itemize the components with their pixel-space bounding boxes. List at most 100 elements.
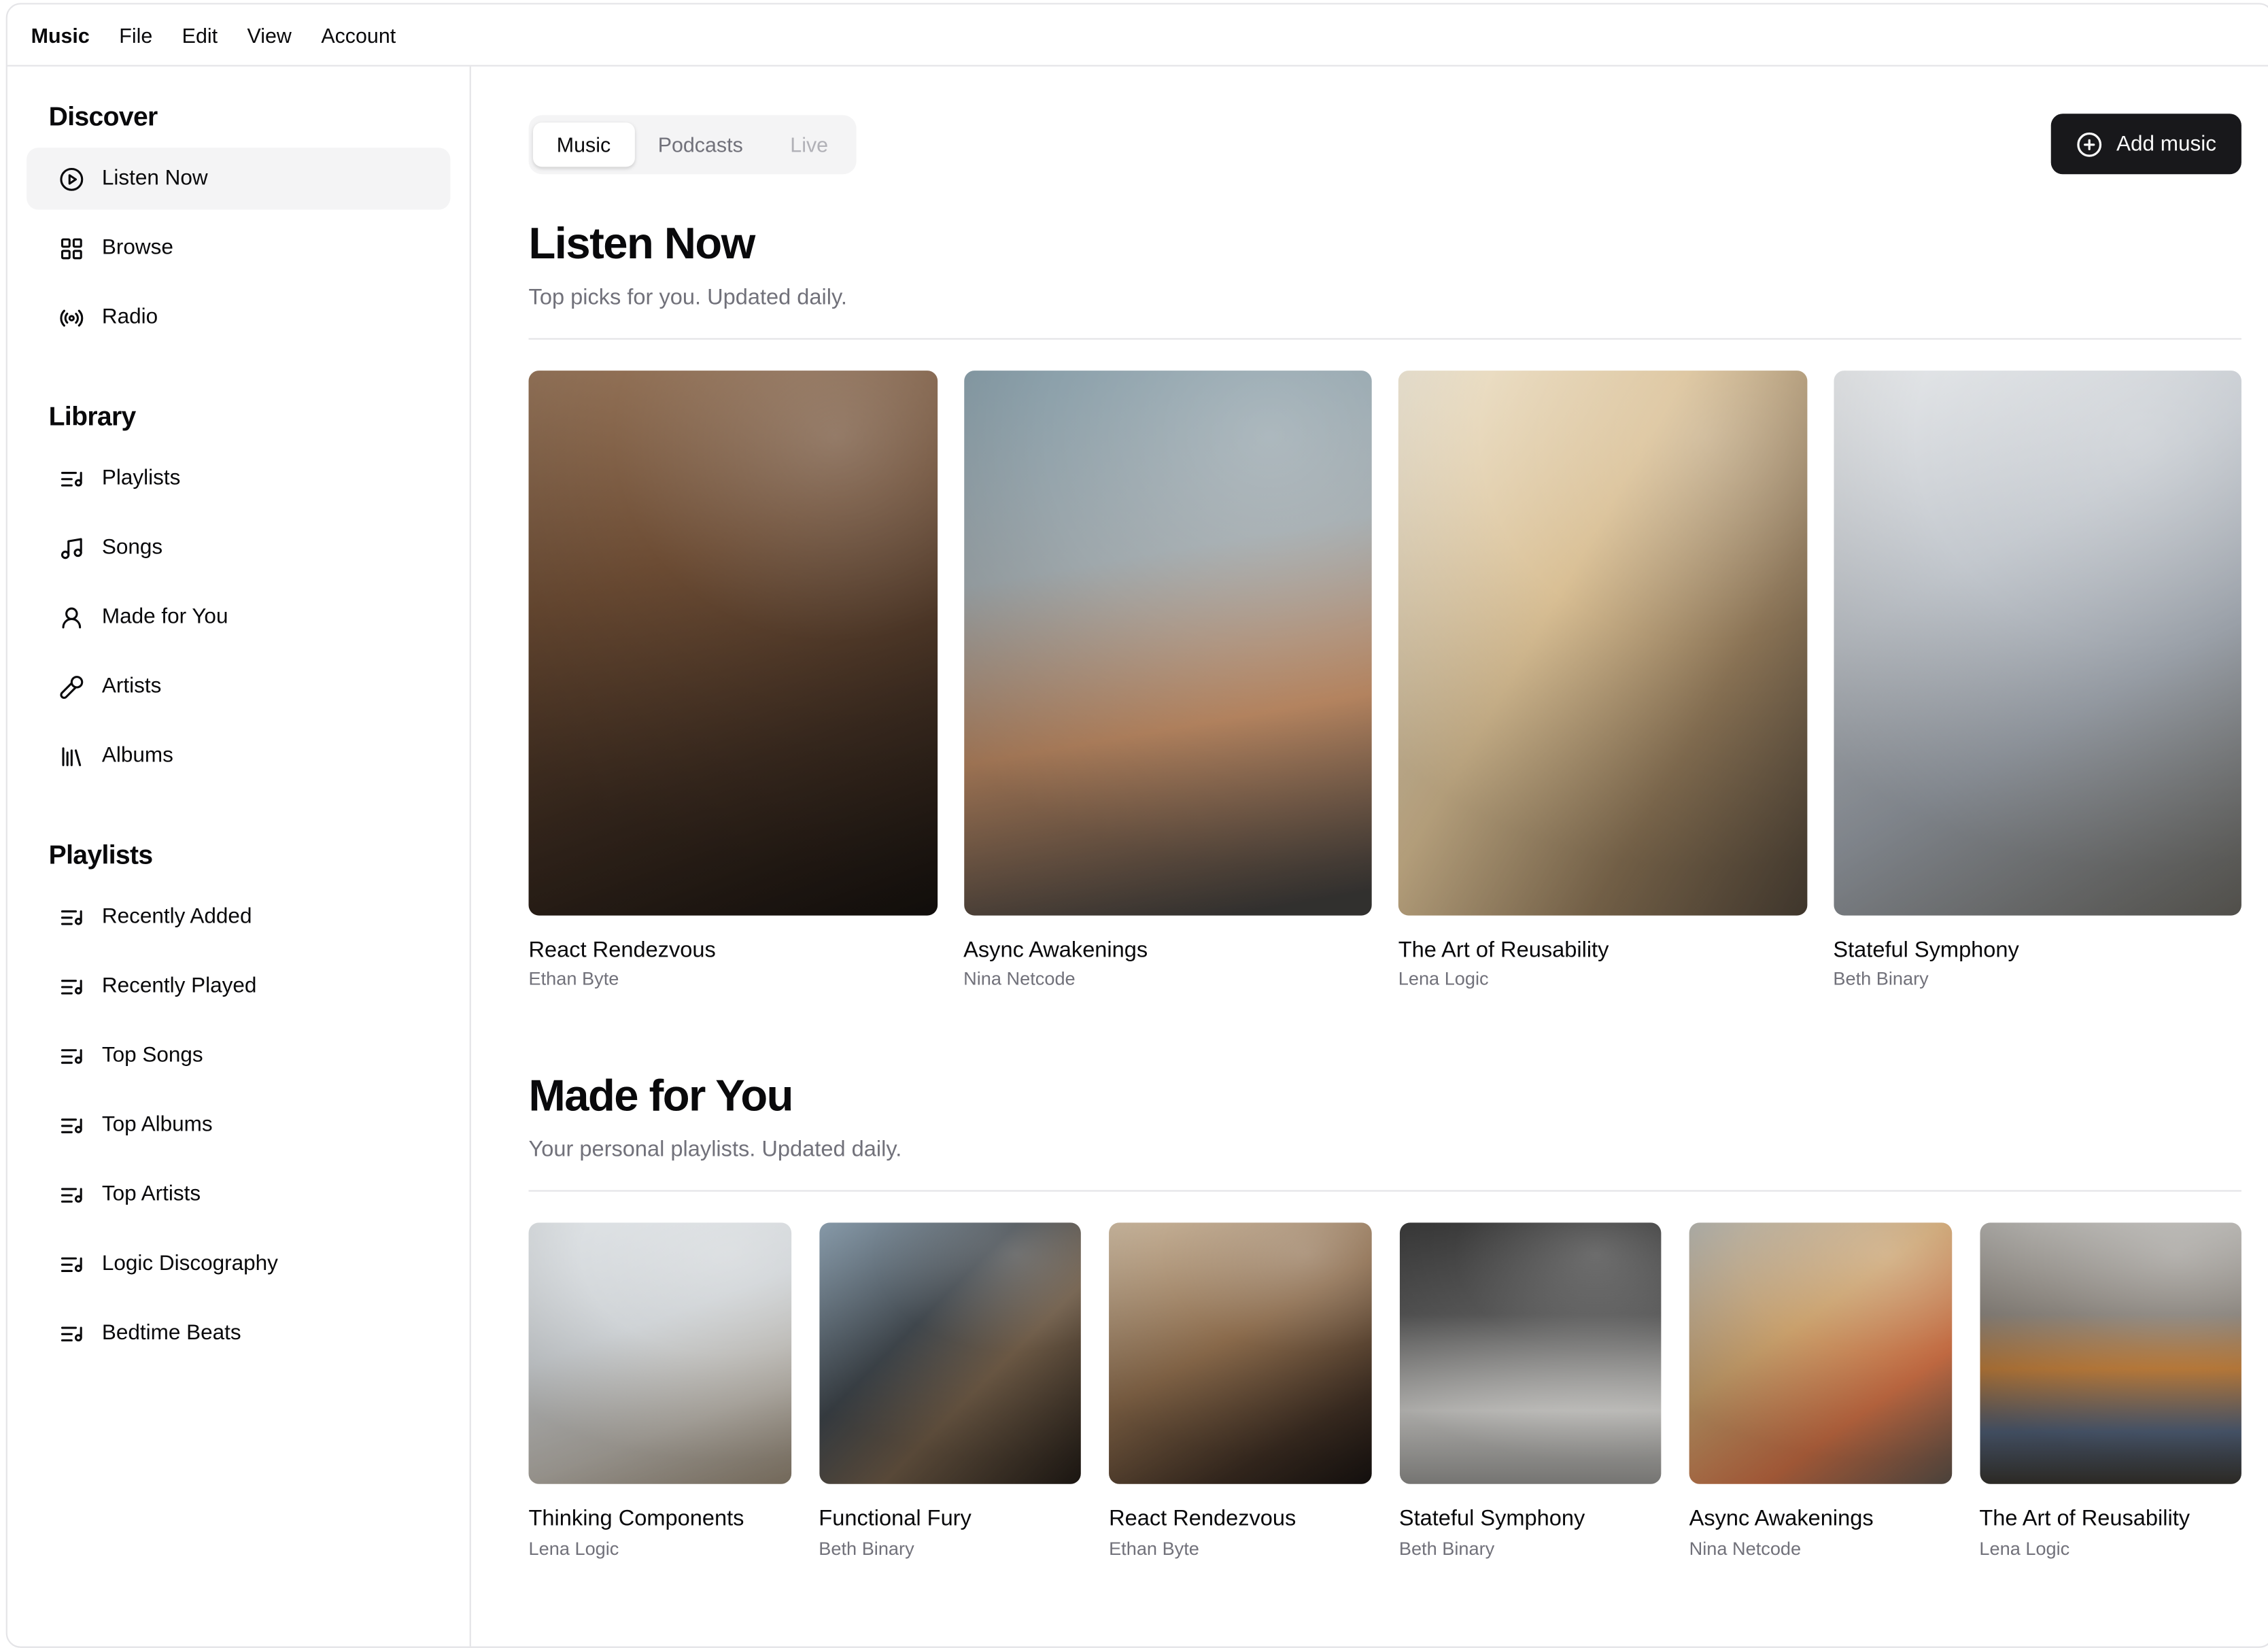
- section-subtitle: Your personal playlists. Updated daily.: [528, 1137, 902, 1163]
- sidebar-item-artists[interactable]: Artists: [27, 655, 450, 717]
- list-music-icon: [59, 1321, 84, 1346]
- album-artist: Lena Logic: [528, 1538, 619, 1560]
- album-cover[interactable]: [1109, 1222, 1371, 1485]
- sidebar-section-playlists: Playlists Recently Added Recently Played: [27, 840, 450, 1364]
- add-music-button[interactable]: Add music: [2051, 114, 2241, 175]
- separator: [528, 338, 2241, 340]
- app-body: Discover Listen Now Browse Radio Library…: [7, 66, 2268, 1647]
- sidebar-item-albums[interactable]: Albums: [27, 725, 450, 787]
- sidebar-item-label: Recently Played: [101, 974, 257, 999]
- sidebar-heading-playlists: Playlists: [48, 840, 153, 870]
- separator: [528, 1190, 2241, 1192]
- album-cover[interactable]: [1833, 371, 2241, 915]
- album-card: Async Awakenings Nina Netcode: [963, 371, 1372, 991]
- album-title: Async Awakenings: [1689, 1507, 1874, 1532]
- menubar-item-music[interactable]: Music: [16, 14, 105, 56]
- tabs-list: Music Podcasts Live: [528, 114, 857, 174]
- album-grid-listen-now: React Rendezvous Ethan Byte Async Awaken…: [528, 371, 2241, 991]
- sidebar-item-top-artists[interactable]: Top Artists: [27, 1163, 450, 1225]
- list-music-icon: [59, 466, 84, 491]
- album-title: Async Awakenings: [963, 937, 1148, 963]
- menubar-item-view[interactable]: View: [233, 14, 307, 56]
- album-cover[interactable]: [1398, 371, 1807, 915]
- microphone-icon: [59, 674, 84, 699]
- album-title: Stateful Symphony: [1833, 937, 2019, 963]
- album-card: The Art of Reusability Lena Logic: [1979, 1222, 2241, 1560]
- sidebar-item-label: Radio: [101, 305, 158, 330]
- album-cover[interactable]: [1979, 1222, 2241, 1485]
- section-listen-now: Listen Now Top picks for you. Updated da…: [528, 218, 2241, 991]
- tab-music[interactable]: Music: [533, 122, 634, 167]
- sidebar-section-discover: Discover Listen Now Browse Radio: [27, 101, 451, 349]
- sidebar-heading-library: Library: [48, 401, 137, 432]
- album-card: The Art of Reusability Lena Logic: [1398, 371, 1807, 991]
- add-music-label: Add music: [2116, 132, 2216, 156]
- album-card: Functional Fury Beth Binary: [819, 1222, 1081, 1560]
- sidebar-item-top-albums[interactable]: Top Albums: [27, 1094, 450, 1156]
- section-title: Listen Now: [528, 220, 756, 269]
- album-artist: Lena Logic: [1398, 969, 1489, 990]
- album-cover[interactable]: [528, 1222, 791, 1485]
- album-title: The Art of Reusability: [1398, 937, 1609, 963]
- sidebar-item-label: Top Artists: [101, 1182, 201, 1207]
- sidebar-item-listen-now[interactable]: Listen Now: [27, 148, 451, 210]
- album-artist: Nina Netcode: [963, 969, 1076, 990]
- sidebar: Discover Listen Now Browse Radio Library…: [7, 66, 471, 1647]
- list-music-icon: [59, 1182, 84, 1207]
- album-title: React Rendezvous: [528, 937, 716, 963]
- album-cover[interactable]: [963, 371, 1372, 915]
- album-title: Thinking Components: [528, 1507, 744, 1532]
- list-music-icon: [59, 1113, 84, 1138]
- sidebar-item-recently-played[interactable]: Recently Played: [27, 955, 450, 1017]
- sidebar-item-bedtime-beats[interactable]: Bedtime Beats: [27, 1303, 450, 1364]
- album-card: Stateful Symphony Beth Binary: [1398, 1222, 1662, 1560]
- sidebar-item-label: Recently Added: [101, 905, 252, 929]
- sidebar-item-made-for-you[interactable]: Made for You: [27, 586, 450, 648]
- sidebar-item-label: Listen Now: [101, 167, 208, 191]
- sidebar-item-radio[interactable]: Radio: [27, 286, 450, 348]
- circle-plus-icon: [2076, 131, 2103, 157]
- album-artist: Beth Binary: [1833, 969, 1929, 990]
- sidebar-item-label: Bedtime Beats: [101, 1321, 241, 1345]
- album-cover[interactable]: [819, 1222, 1081, 1485]
- album-cover[interactable]: [1689, 1222, 1952, 1485]
- layout-grid-icon: [59, 235, 84, 260]
- sidebar-item-logic-discography[interactable]: Logic Discography: [27, 1233, 450, 1295]
- album-card: Thinking Components Lena Logic: [528, 1222, 791, 1560]
- sidebar-item-top-songs[interactable]: Top Songs: [27, 1025, 450, 1086]
- list-music-icon: [59, 1252, 84, 1277]
- album-artist: Nina Netcode: [1689, 1538, 1802, 1560]
- stage: Music File Edit View Account Discover Li…: [0, 0, 2268, 1648]
- circle-play-icon: [59, 166, 84, 191]
- menubar-item-edit[interactable]: Edit: [167, 14, 233, 56]
- radio-icon: [59, 305, 84, 330]
- album-artist: Ethan Byte: [1109, 1538, 1199, 1560]
- album-title: Functional Fury: [819, 1507, 972, 1532]
- sidebar-item-label: Playlists: [101, 466, 181, 491]
- album-artist: Beth Binary: [1398, 1538, 1495, 1560]
- sidebar-item-browse[interactable]: Browse: [27, 217, 450, 279]
- album-cover[interactable]: [1398, 1222, 1662, 1485]
- sidebar-item-recently-added[interactable]: Recently Added: [27, 886, 450, 948]
- menubar-item-account[interactable]: Account: [307, 14, 411, 56]
- sidebar-heading-discover: Discover: [48, 101, 158, 132]
- album-artist: Lena Logic: [1979, 1538, 2070, 1560]
- tab-live: Live: [767, 122, 852, 166]
- menubar-item-file[interactable]: File: [105, 14, 167, 56]
- sidebar-item-songs[interactable]: Songs: [27, 517, 450, 579]
- menubar: Music File Edit View Account: [7, 5, 2268, 67]
- list-music-icon: [59, 974, 84, 999]
- list-music-icon: [59, 904, 84, 929]
- sidebar-item-playlists[interactable]: Playlists: [27, 447, 450, 509]
- tab-podcasts[interactable]: Podcasts: [634, 122, 767, 166]
- album-cover[interactable]: [528, 371, 938, 915]
- music-note-icon: [59, 535, 84, 560]
- section-made-for-you: Made for You Your personal playlists. Up…: [528, 1070, 2241, 1560]
- sidebar-item-label: Songs: [101, 536, 163, 560]
- sidebar-item-label: Logic Discography: [101, 1252, 278, 1276]
- album-card: React Rendezvous Ethan Byte: [528, 371, 938, 991]
- list-music-icon: [59, 1043, 84, 1068]
- album-title: The Art of Reusability: [1979, 1507, 2190, 1532]
- album-title: Stateful Symphony: [1398, 1507, 1585, 1532]
- section-subtitle: Top picks for you. Updated daily.: [528, 285, 847, 311]
